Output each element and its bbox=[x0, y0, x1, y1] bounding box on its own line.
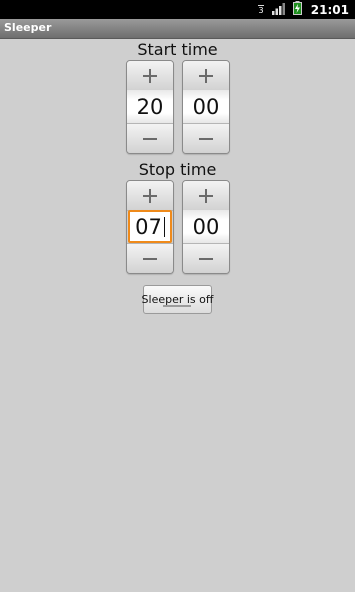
status-clock: 21:01 bbox=[310, 2, 349, 17]
stop-minute-field[interactable]: 00 bbox=[183, 210, 229, 243]
app-title: Sleeper bbox=[4, 21, 52, 34]
app-title-bar: Sleeper bbox=[0, 19, 355, 39]
minus-icon bbox=[143, 257, 157, 260]
start-hour-picker: 20 bbox=[126, 60, 174, 154]
signal-strength-icon: 3 bbox=[256, 0, 265, 19]
start-minute-picker: 00 bbox=[182, 60, 230, 154]
stop-time-label: Stop time bbox=[138, 160, 217, 179]
start-minute-field[interactable]: 00 bbox=[183, 90, 229, 123]
plus-icon bbox=[143, 188, 157, 203]
battery-charging-icon bbox=[292, 0, 302, 19]
status-bar: 3 21:01 bbox=[0, 0, 355, 19]
start-minute-increment-button[interactable] bbox=[183, 61, 229, 91]
plus-icon bbox=[199, 188, 213, 203]
stop-minute-picker: 00 bbox=[182, 180, 230, 274]
stop-hour-picker: 07 bbox=[126, 180, 174, 274]
stop-hour-value: 07 bbox=[135, 214, 162, 239]
sleeper-toggle-button[interactable]: Sleeper is off bbox=[142, 285, 213, 314]
svg-text:3: 3 bbox=[258, 6, 263, 15]
status-icons: 3 21:01 bbox=[256, 0, 349, 19]
stop-minute-increment-button[interactable] bbox=[183, 181, 229, 211]
start-hour-increment-button[interactable] bbox=[127, 61, 173, 91]
cell-signal-icon bbox=[271, 0, 286, 19]
stop-minute-decrement-button[interactable] bbox=[183, 243, 229, 273]
minus-icon bbox=[199, 137, 213, 140]
start-hour-field[interactable]: 20 bbox=[127, 90, 173, 123]
minus-icon bbox=[199, 257, 213, 260]
minus-icon bbox=[143, 137, 157, 140]
stop-hour-field[interactable]: 07 bbox=[128, 210, 172, 243]
plus-icon bbox=[143, 68, 157, 83]
start-time-label: Start time bbox=[137, 40, 218, 59]
stop-hour-increment-button[interactable] bbox=[127, 181, 173, 211]
stop-hour-decrement-button[interactable] bbox=[127, 243, 173, 273]
plus-icon bbox=[199, 68, 213, 83]
toggle-state-indicator bbox=[163, 305, 191, 307]
start-minute-decrement-button[interactable] bbox=[183, 123, 229, 153]
start-hour-decrement-button[interactable] bbox=[127, 123, 173, 153]
text-cursor bbox=[163, 216, 165, 237]
